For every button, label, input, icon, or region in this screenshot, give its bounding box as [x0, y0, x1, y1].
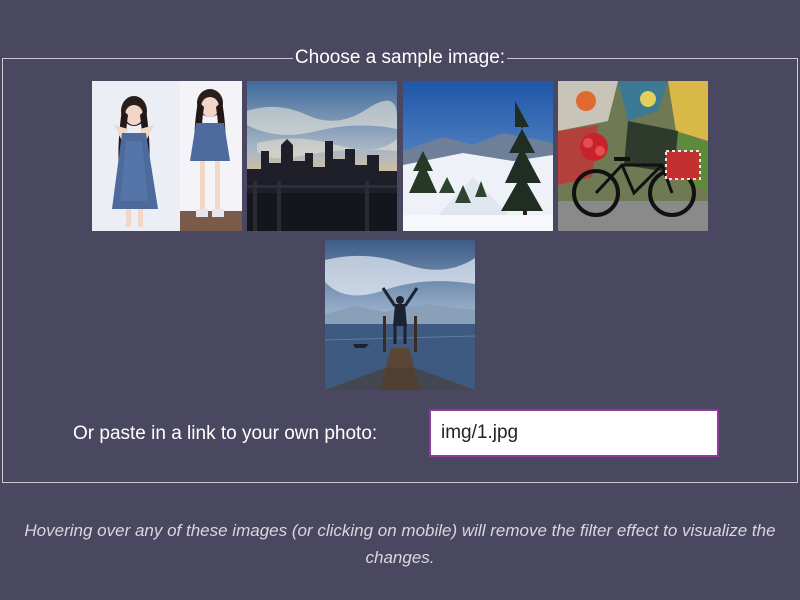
url-label: Or paste in a link to your own photo: [73, 423, 378, 444]
mountain-trees-image [403, 81, 553, 231]
sample-image-fieldset: Choose a sample image: Or paste in a lin… [2, 47, 799, 483]
sample-image-1[interactable] [92, 81, 242, 231]
image-url-input[interactable] [429, 409, 719, 457]
fieldset-legend: Choose a sample image: [3, 47, 797, 69]
city-skyline-image [247, 81, 397, 231]
pier-lake-image [325, 240, 475, 390]
portrait-image [92, 81, 242, 231]
bicycle-graffiti-image [558, 81, 708, 231]
hover-note: Hovering over any of these images (or cl… [24, 521, 776, 567]
sample-image-3[interactable] [403, 81, 553, 231]
url-form: Or paste in a link to your own photo: [3, 409, 799, 459]
sample-image-5[interactable] [325, 240, 475, 390]
legend-text: Choose a sample image: [292, 47, 508, 69]
sample-image-4[interactable] [558, 81, 708, 231]
sample-image-2[interactable] [247, 81, 397, 231]
